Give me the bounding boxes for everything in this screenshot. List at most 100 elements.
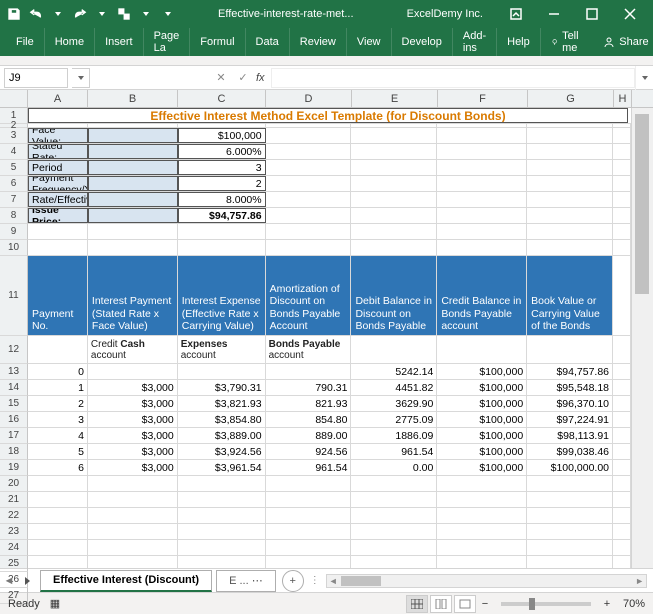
input-label[interactable]: Stated Rate: [28,144,88,159]
table-cell[interactable]: $97,224.91 [527,412,613,427]
maximize-button[interactable] [573,0,611,28]
table-cell[interactable] [266,364,352,379]
zoom-slider[interactable] [501,602,591,606]
tab-data[interactable]: Data [246,28,290,56]
name-box-dropdown[interactable] [72,68,90,88]
row-header[interactable]: 17 [0,428,28,444]
share-button[interactable]: Share [593,36,653,48]
horizontal-scrollbar[interactable]: ◄ ► [326,574,647,588]
row-header[interactable]: 8 [0,208,28,224]
table-cell[interactable]: 2 [28,396,88,411]
scroll-thumb[interactable] [341,576,381,586]
col-header-G[interactable]: G [528,90,614,107]
table-cell[interactable]: 961.54 [266,460,352,475]
qat-customize-icon[interactable] [158,3,178,25]
row-header[interactable]: 7 [0,192,28,208]
row-header[interactable]: 22 [0,508,28,524]
qat-dropdown-icon[interactable] [48,3,68,25]
table-cell[interactable]: 4451.82 [351,380,437,395]
col-header-D[interactable]: D [266,90,352,107]
table-cell[interactable]: $3,000 [88,444,178,459]
table-cell[interactable]: 3629.90 [351,396,437,411]
row-header[interactable]: 18 [0,444,28,460]
col-header-E[interactable]: E [352,90,438,107]
input-label[interactable]: Issue Price: [28,208,88,223]
tab-review[interactable]: Review [290,28,347,56]
zoom-level[interactable]: 70% [623,598,645,610]
tab-addins[interactable]: Add-ins [453,28,497,56]
sub-header[interactable]: Expenses account [178,336,266,363]
sub-header[interactable]: Bonds Payable account [266,336,352,363]
input-value[interactable]: 2 [178,176,266,191]
zoom-out-button[interactable]: − [477,598,493,610]
input-value[interactable]: $94,757.86 [178,208,266,223]
table-header[interactable]: Credit Balance in Bonds Payable account [437,256,527,335]
row-header[interactable]: 21 [0,492,28,508]
table-cell[interactable]: 1 [28,380,88,395]
table-cell[interactable]: 821.93 [266,396,352,411]
ribbon-options-icon[interactable] [497,0,535,28]
touch-mode-icon[interactable] [114,3,134,25]
sheet-tab-active[interactable]: Effective Interest (Discount) [40,570,212,592]
tell-me-button[interactable]: Tell me [541,30,594,54]
col-header-A[interactable]: A [28,90,88,107]
cells-grid[interactable]: Effective Interest Method Excel Template… [28,108,631,568]
table-cell[interactable]: $3,000 [88,460,178,475]
minimize-button[interactable] [535,0,573,28]
table-header[interactable]: Interest Payment (Stated Rate x Face Val… [88,256,178,335]
row-header[interactable]: 14 [0,380,28,396]
scroll-thumb[interactable] [635,114,649,294]
input-value[interactable]: 8.000% [178,192,266,207]
table-cell[interactable]: $3,000 [88,396,178,411]
redo-icon[interactable] [70,3,90,25]
table-cell[interactable]: $94,757.86 [527,364,613,379]
input-label[interactable]: Payment Frequency/Year: [28,176,88,191]
table-cell[interactable]: 961.54 [351,444,437,459]
tab-file[interactable]: File [0,28,45,56]
tab-formulas[interactable]: Formul [190,28,245,56]
sheet-nav-next-icon[interactable] [18,577,36,585]
name-box[interactable]: J9 [4,68,68,88]
vertical-scrollbar[interactable] [631,108,653,568]
tab-help[interactable]: Help [497,28,541,56]
tab-page-layout[interactable]: Page La [144,28,191,56]
col-header-F[interactable]: F [438,90,528,107]
table-header[interactable]: Interest Expense (Effective Rate x Carry… [178,256,266,335]
table-cell[interactable]: 4 [28,428,88,443]
table-cell[interactable]: 854.80 [266,412,352,427]
table-cell[interactable]: 0 [28,364,88,379]
row-header[interactable]: 12 [0,336,28,364]
table-cell[interactable]: $3,790.31 [178,380,266,395]
tab-insert[interactable]: Insert [95,28,144,56]
table-cell[interactable]: $100,000 [437,364,527,379]
cancel-formula-icon[interactable]: ✕ [210,68,232,88]
input-value[interactable]: 6.000% [178,144,266,159]
table-cell[interactable]: 5 [28,444,88,459]
enter-formula-icon[interactable]: ✓ [232,68,254,88]
formula-input[interactable] [271,68,635,88]
table-cell[interactable] [88,364,178,379]
save-icon[interactable] [4,3,24,25]
table-cell[interactable]: $3,000 [88,412,178,427]
input-label[interactable]: Face Value: [28,128,88,143]
table-cell[interactable]: 3 [28,412,88,427]
row-header[interactable]: 15 [0,396,28,412]
row-header[interactable]: 4 [0,144,28,160]
table-cell[interactable]: $99,038.46 [527,444,613,459]
row-header[interactable]: 13 [0,364,28,380]
worksheet-title[interactable]: Effective Interest Method Excel Template… [28,108,628,123]
col-header-H[interactable]: H [614,90,632,107]
row-header[interactable]: 3 [0,128,28,144]
table-cell[interactable]: $100,000 [437,444,527,459]
table-header[interactable]: Debit Balance in Discount on Bonds Payab… [351,256,437,335]
row-header[interactable]: 16 [0,412,28,428]
tab-developer[interactable]: Develop [392,28,453,56]
table-header[interactable]: Book Value or Carrying Value of the Bond… [527,256,613,335]
table-cell[interactable]: 924.56 [266,444,352,459]
table-cell[interactable]: 790.31 [266,380,352,395]
sheet-tab[interactable]: E ... ⋯ [216,570,276,592]
qat-dropdown-icon[interactable] [136,3,156,25]
table-cell[interactable]: 5242.14 [351,364,437,379]
tab-home[interactable]: Home [45,28,95,56]
col-header-C[interactable]: C [178,90,266,107]
